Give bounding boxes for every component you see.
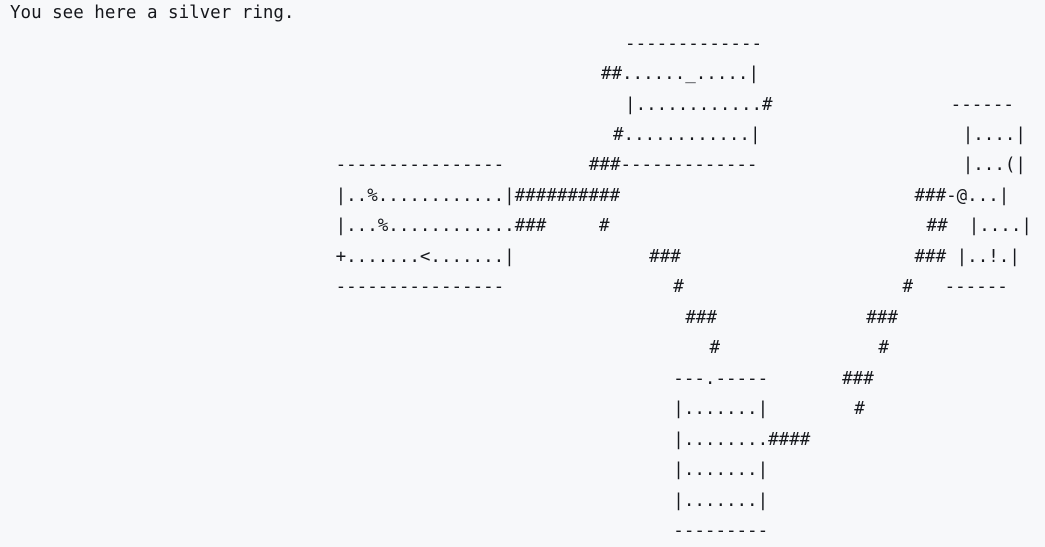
right-room-top-wall: ------ xyxy=(950,95,1014,115)
corridor-g: ### xyxy=(842,369,874,389)
bottom-room-row-1: |.......| xyxy=(673,399,769,419)
left-room-row-3: +.......<.......| xyxy=(335,247,515,267)
top-room-row-1: ##......_.....| xyxy=(600,64,759,84)
left-room-row-2: |...%............### # xyxy=(335,216,610,236)
top-room-top-wall: ------------- xyxy=(625,34,763,54)
corridor-b: # xyxy=(673,277,684,297)
corridor-e: # xyxy=(709,338,721,358)
bottom-room-row-3: |.......| xyxy=(673,460,769,480)
right-room-row-5: ### |..!.| xyxy=(914,247,1020,267)
terminal-screen: You see here a silver ring. ------------… xyxy=(0,0,1045,542)
dungeon-map: ------------- ##......_.....| |...........… xyxy=(0,0,1045,542)
bottom-room-row-4: |.......| xyxy=(673,491,769,511)
right-room-row-1: |....| xyxy=(962,125,1026,145)
corridor-h: # xyxy=(854,399,865,419)
right-room-row-3: ###-@...| xyxy=(914,186,1010,206)
corridor-c: ### xyxy=(685,308,717,328)
top-room-bottom-wall: ###------------- xyxy=(588,155,758,175)
right-room-row-2: |...(| xyxy=(962,155,1026,175)
corridor-a: ### xyxy=(649,247,681,267)
bottom-room-row-2: |........#### xyxy=(673,430,811,450)
top-room-row-3: #............| xyxy=(613,125,761,145)
corridor-f: # xyxy=(878,338,889,358)
right-room-row-4: ## |....| xyxy=(926,216,1032,236)
left-room-top-wall: ---------------- xyxy=(335,155,505,175)
left-room-bottom-wall: ---------------- xyxy=(335,277,505,297)
top-room-row-2: |............# xyxy=(625,95,773,115)
corridor-d: ### xyxy=(866,308,898,328)
left-room-row-1: |..%............|########## xyxy=(335,186,621,206)
bottom-room-top-wall: ---.----- xyxy=(673,369,769,389)
right-room-bottom-wall: # ------ xyxy=(902,277,1008,297)
